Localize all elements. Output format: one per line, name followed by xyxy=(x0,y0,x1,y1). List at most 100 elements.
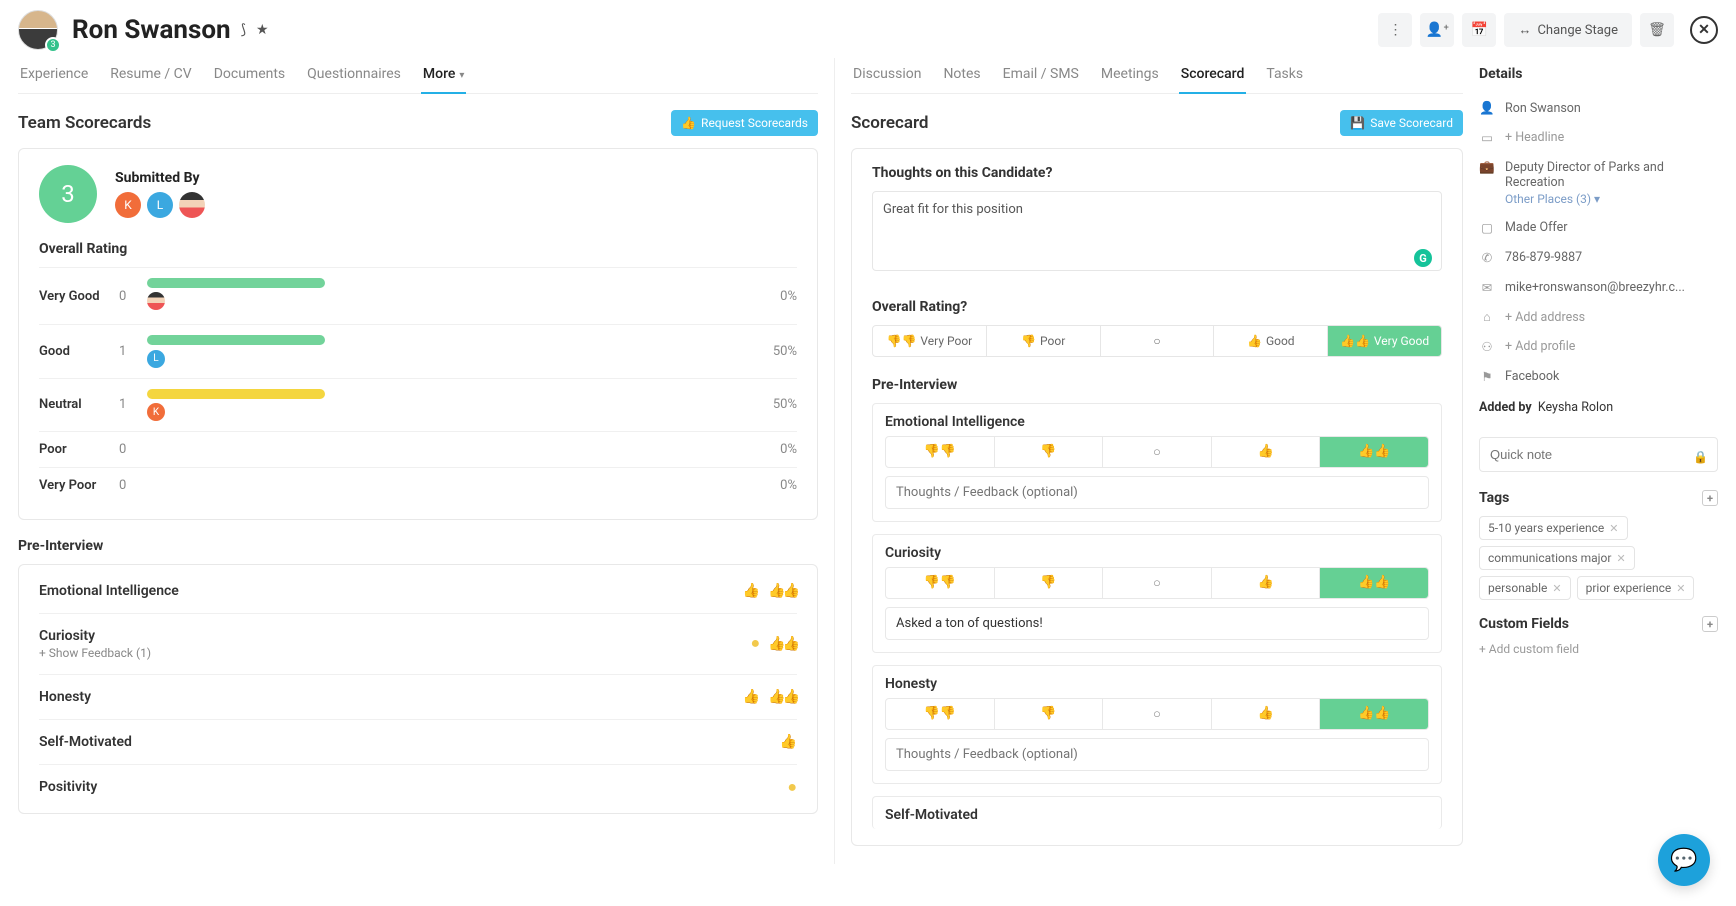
tag-chip[interactable]: 5-10 years experience✕ xyxy=(1479,516,1628,540)
lock-icon: 🔒 xyxy=(1693,450,1708,464)
user-icon: 👤 xyxy=(1479,101,1495,116)
calendar-icon[interactable]: 📅 xyxy=(1462,13,1496,47)
add-profile-link[interactable]: + Add profile xyxy=(1505,339,1575,354)
save-scorecard-button[interactable]: 💾 Save Scorecard xyxy=(1340,110,1463,136)
crit-good[interactable]: 👍 xyxy=(1211,437,1320,467)
profile-icon: ⚇ xyxy=(1479,339,1495,355)
crit-poor[interactable]: 👎 xyxy=(994,437,1103,467)
rating-very-poor[interactable]: 👎👎Very Poor xyxy=(873,326,986,356)
other-places-link[interactable]: Other Places (3) ▾ xyxy=(1505,192,1718,206)
tab-documents[interactable]: Documents xyxy=(212,58,287,93)
rating-row-count: 1 xyxy=(119,397,147,412)
save-scorecard-label: Save Scorecard xyxy=(1370,116,1453,130)
crit-poor[interactable]: 👎 xyxy=(994,568,1103,598)
detail-position: Deputy Director of Parks and Recreation xyxy=(1505,160,1718,190)
crit-very-poor[interactable]: 👎👎 xyxy=(886,437,994,467)
crit-very-good[interactable]: 👍👍 xyxy=(1319,437,1428,467)
change-stage-button[interactable]: ↔ Change Stage xyxy=(1504,13,1632,47)
crit-neutral[interactable]: ○ xyxy=(1102,568,1211,598)
close-icon[interactable]: ✕ xyxy=(1690,16,1718,44)
detail-social[interactable]: Facebook xyxy=(1505,369,1559,384)
tag-remove-icon[interactable]: ✕ xyxy=(1676,582,1685,595)
tab-tasks[interactable]: Tasks xyxy=(1264,58,1305,93)
tab-questionnaires[interactable]: Questionnaires xyxy=(305,58,403,93)
rating-row-pct: 50% xyxy=(753,397,797,412)
request-scorecards-button[interactable]: 👍 Request Scorecards xyxy=(671,110,818,136)
quick-note-input[interactable] xyxy=(1479,437,1718,472)
crit-neutral[interactable]: ○ xyxy=(1102,699,1211,729)
tag-chip[interactable]: prior experience✕ xyxy=(1577,576,1695,600)
add-tag-button[interactable]: + xyxy=(1702,490,1718,506)
thumbs-up-icon: 👍 xyxy=(1247,334,1262,348)
more-menu-icon[interactable]: ⋮ xyxy=(1378,13,1412,47)
thumbs-up-icon: 👍 xyxy=(743,689,760,705)
criteria-name: Emotional Intelligence xyxy=(873,404,1441,436)
rating-poor[interactable]: 👎Poor xyxy=(986,326,1100,356)
thumbs-down-icon: 👎 xyxy=(1021,334,1036,348)
criteria-name: Self-Motivated xyxy=(39,734,132,750)
chat-widget-button[interactable]: 💬 xyxy=(1658,834,1710,886)
criteria-feedback-input[interactable] xyxy=(885,738,1429,771)
rating-row-count: 0 xyxy=(119,478,147,493)
rating-very-good[interactable]: 👍👍Very Good xyxy=(1327,326,1441,356)
grammarly-icon[interactable]: G xyxy=(1414,249,1432,267)
tab-scorecard[interactable]: Scorecard xyxy=(1179,58,1247,94)
criteria-name: Honesty xyxy=(39,689,91,705)
tab-discussion[interactable]: Discussion xyxy=(851,58,923,93)
add-custom-field-button[interactable]: + xyxy=(1702,616,1718,632)
submitted-by-label: Submitted By xyxy=(115,170,205,186)
criteria-name: Honesty xyxy=(873,666,1441,698)
thumbs-up-double-icon: 👍👍 xyxy=(768,636,797,652)
id-icon: ▭ xyxy=(1479,130,1495,146)
thoughts-input[interactable] xyxy=(872,191,1442,271)
rss-icon[interactable]: ⟆ xyxy=(241,22,246,38)
tag-chip[interactable]: communications major✕ xyxy=(1479,546,1635,570)
add-headline-link[interactable]: + Headline xyxy=(1505,130,1564,145)
tab-meetings[interactable]: Meetings xyxy=(1099,58,1161,93)
tag-remove-icon[interactable]: ✕ xyxy=(1552,582,1561,595)
candidate-avatar[interactable]: 3 xyxy=(18,10,58,50)
rating-good[interactable]: 👍Good xyxy=(1213,326,1327,356)
criteria-name: Positivity xyxy=(39,779,97,795)
criteria-feedback-input[interactable] xyxy=(885,476,1429,509)
add-custom-field-link[interactable]: + Add custom field xyxy=(1479,642,1718,656)
reviewer-avatar-l[interactable]: L xyxy=(147,192,173,218)
add-user-icon[interactable]: 👤⁺ xyxy=(1420,13,1454,47)
crit-very-good[interactable]: 👍👍 xyxy=(1319,568,1428,598)
rating-row-label: Very Poor xyxy=(39,478,119,493)
tag-remove-icon[interactable]: ✕ xyxy=(1616,552,1625,565)
tab-experience[interactable]: Experience xyxy=(18,58,90,93)
detail-phone[interactable]: 786-879-9887 xyxy=(1505,250,1582,265)
tag-remove-icon[interactable]: ✕ xyxy=(1609,522,1618,535)
rating-row-pct: 0% xyxy=(753,442,797,457)
criteria-feedback-input[interactable] xyxy=(885,607,1429,640)
reviewer-avatar-k[interactable]: K xyxy=(115,192,141,218)
rating-row-label: Neutral xyxy=(39,397,119,412)
rating-neutral[interactable]: ○ xyxy=(1100,326,1214,356)
crit-neutral[interactable]: ○ xyxy=(1102,437,1211,467)
add-address-link[interactable]: + Add address xyxy=(1505,310,1585,325)
detail-name: Ron Swanson xyxy=(1505,101,1581,116)
crit-very-poor[interactable]: 👎👎 xyxy=(886,568,994,598)
request-scorecards-label: Request Scorecards xyxy=(701,116,808,130)
crit-very-poor[interactable]: 👎👎 xyxy=(886,699,994,729)
crit-good[interactable]: 👍 xyxy=(1211,699,1320,729)
tag-chip[interactable]: personable✕ xyxy=(1479,576,1571,600)
tab-resume[interactable]: Resume / CV xyxy=(108,58,193,93)
star-icon[interactable]: ★ xyxy=(256,22,269,38)
show-feedback-link[interactable]: + Show Feedback (1) xyxy=(39,646,151,660)
thumbs-up-double-icon: 👍👍 xyxy=(768,583,797,599)
rating-row-label: Poor xyxy=(39,442,119,457)
swap-icon: ↔ xyxy=(1518,22,1531,38)
thumbs-down-double-icon: 👎👎 xyxy=(887,334,917,348)
crit-very-good[interactable]: 👍👍 xyxy=(1319,699,1428,729)
tab-email[interactable]: Email / SMS xyxy=(1001,58,1081,93)
detail-email[interactable]: mike+ronswanson@breezyhr.c... xyxy=(1505,280,1685,295)
crit-poor[interactable]: 👎 xyxy=(994,699,1103,729)
circle-icon: ○ xyxy=(1153,334,1160,348)
tab-notes[interactable]: Notes xyxy=(941,58,982,93)
reviewer-avatar-photo[interactable] xyxy=(179,192,205,218)
delete-icon[interactable]: 🗑 xyxy=(1640,13,1674,47)
crit-good[interactable]: 👍 xyxy=(1211,568,1320,598)
tab-more[interactable]: More xyxy=(421,58,467,94)
